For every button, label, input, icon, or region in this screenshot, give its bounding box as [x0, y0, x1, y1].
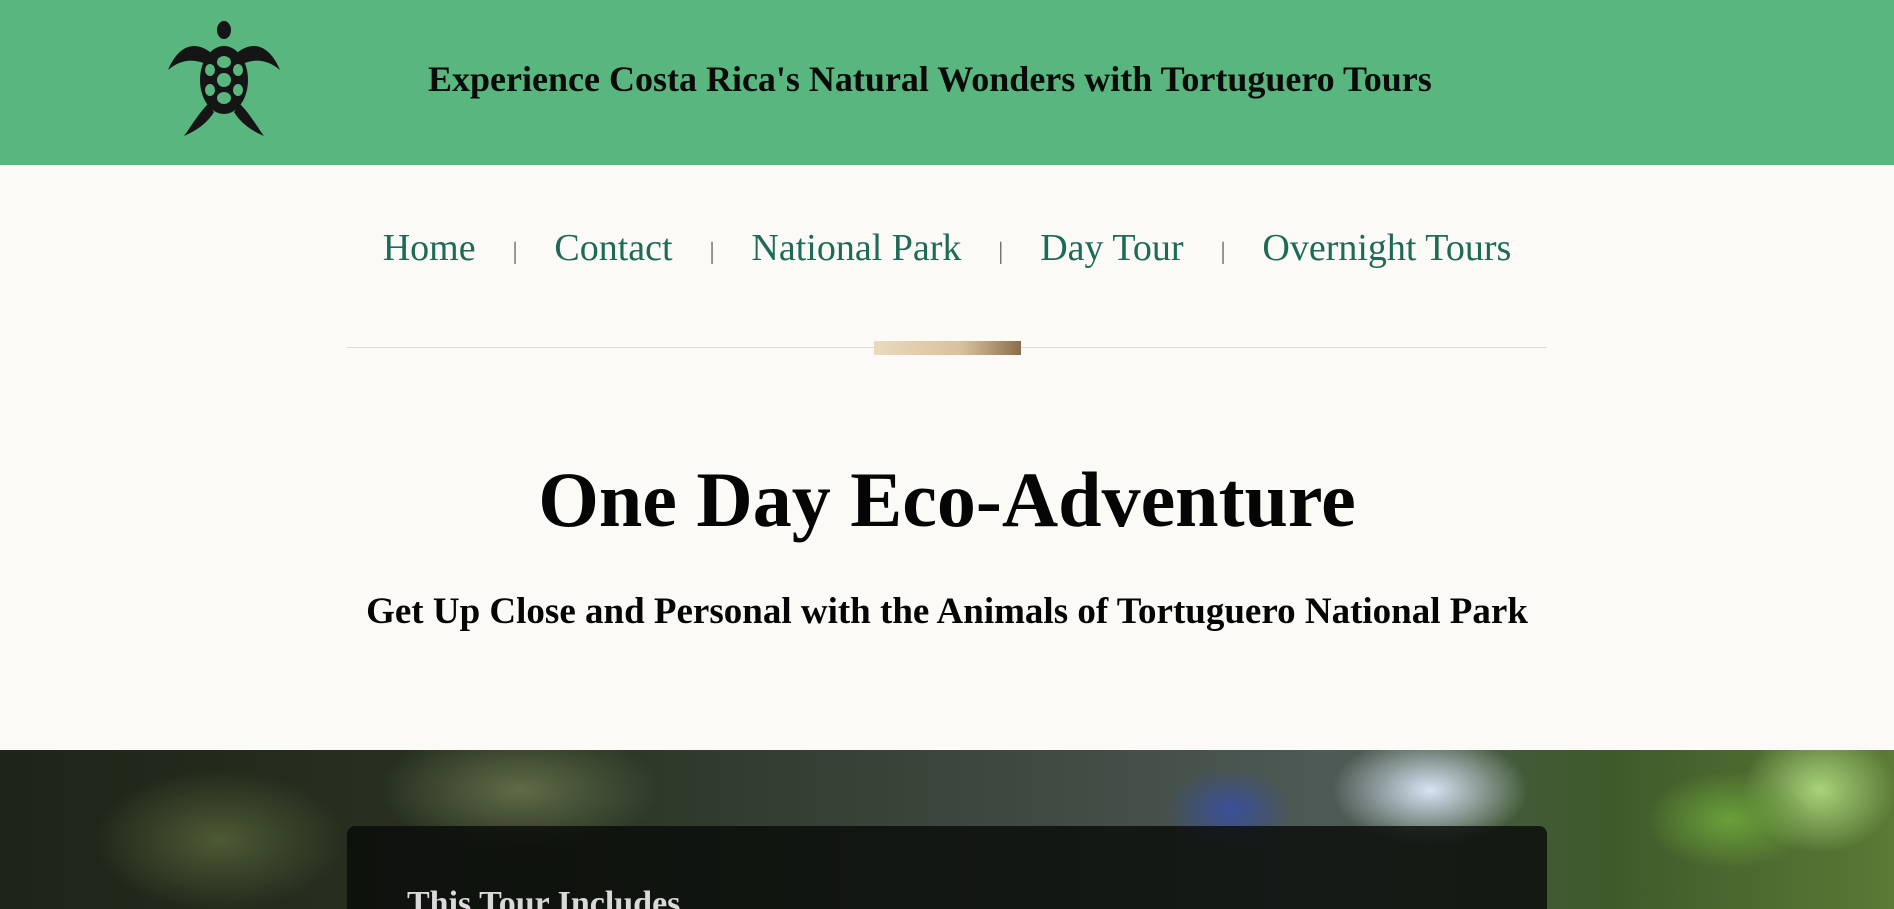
page-title: One Day Eco-Adventure	[538, 456, 1356, 543]
nav-separator: |	[998, 238, 1004, 265]
page-subtitle: Get Up Close and Personal with the Anima…	[366, 591, 1528, 632]
nav-separator: |	[512, 238, 518, 265]
nav-separator: |	[1220, 238, 1226, 265]
sea-turtle-icon[interactable]	[164, 18, 284, 138]
nav-overnight-tours[interactable]: Overnight Tours	[1262, 226, 1511, 270]
nav-home[interactable]: Home	[383, 226, 476, 270]
divider-accent	[874, 341, 1021, 355]
nav-national-park[interactable]: National Park	[751, 226, 961, 270]
main-nav: Home | Contact | National Park | Day Tou…	[0, 220, 1894, 276]
nav-day-tour[interactable]: Day Tour	[1040, 226, 1183, 270]
nav-separator: |	[709, 238, 715, 265]
site-title: Experience Costa Rica's Natural Wonders …	[428, 59, 1432, 99]
tour-includes-heading: This Tour Includes	[407, 885, 681, 909]
nav-contact[interactable]: Contact	[554, 226, 672, 270]
site-header: Experience Costa Rica's Natural Wonders …	[0, 0, 1894, 165]
